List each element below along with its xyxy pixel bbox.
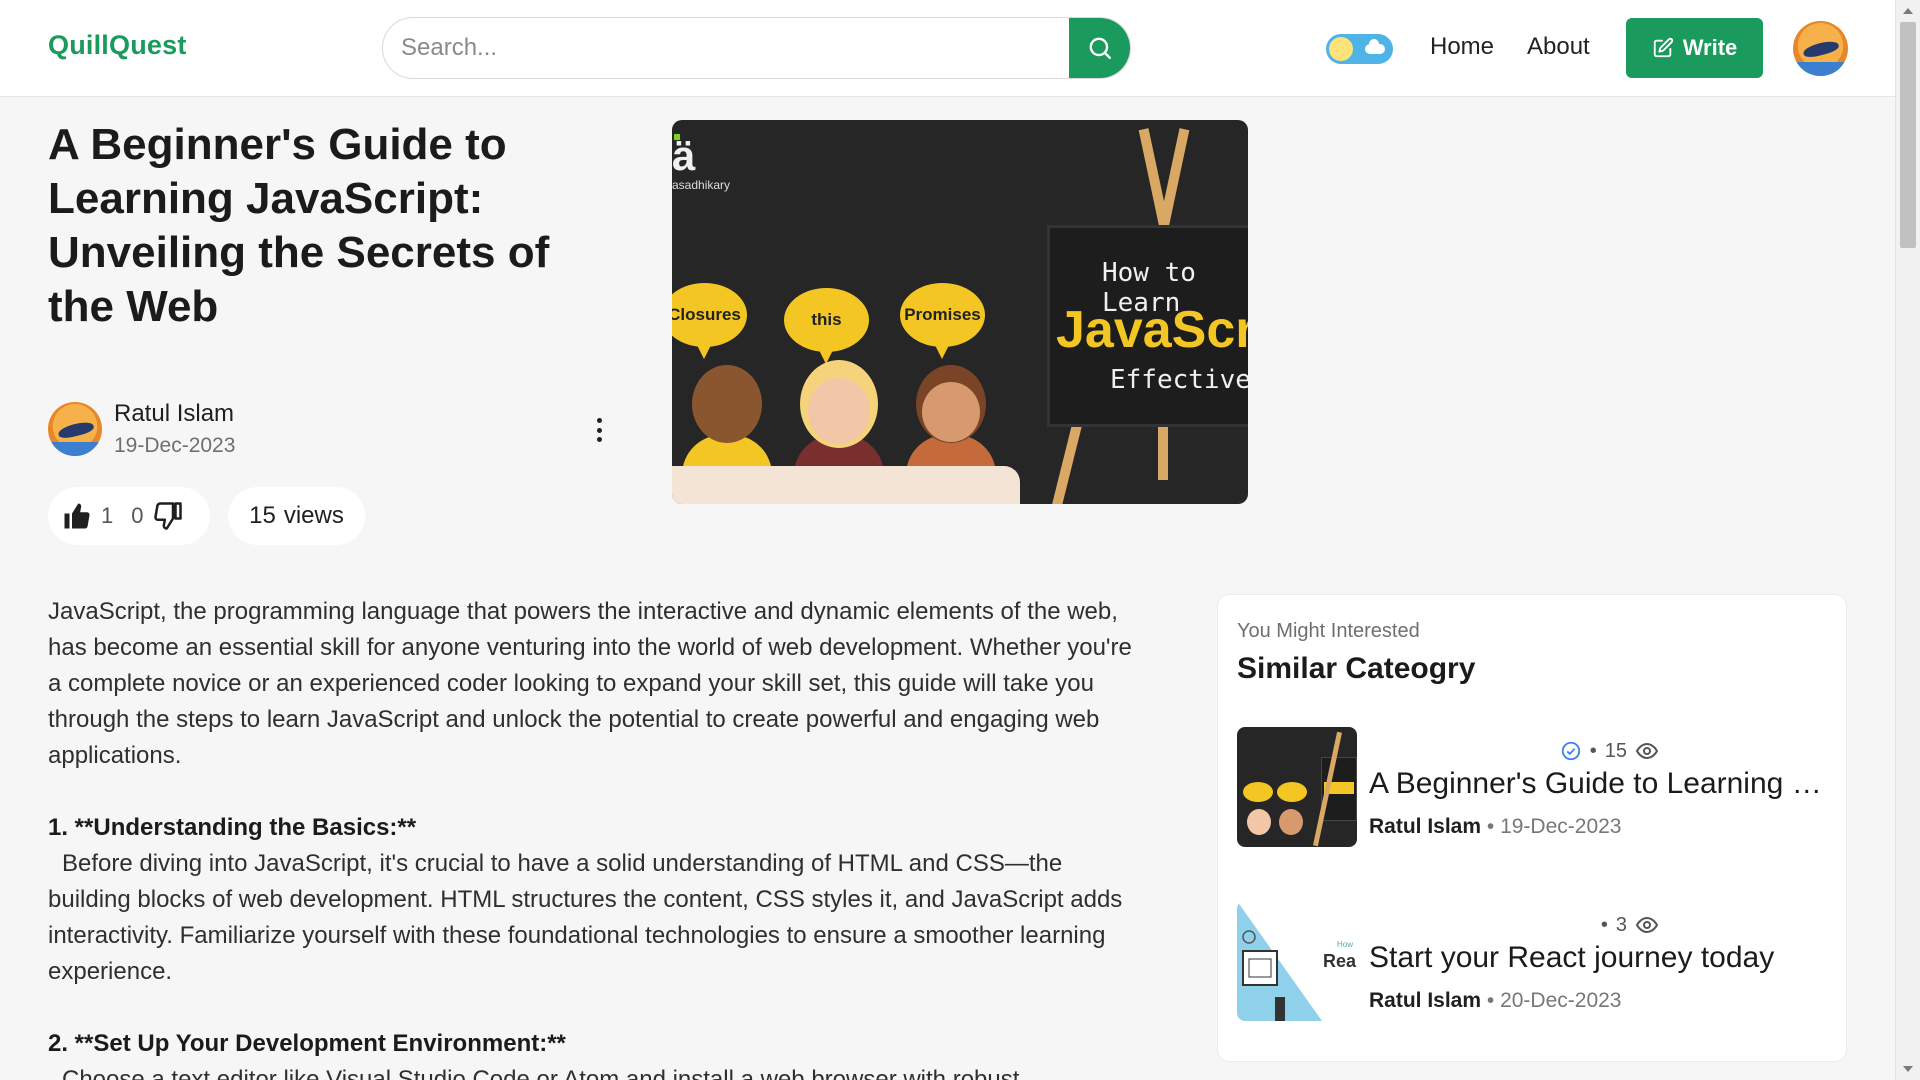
search-icon (1089, 37, 1111, 59)
svg-text:Rea: Rea (1323, 951, 1357, 971)
edit-icon (1653, 37, 1673, 58)
article-body: JavaScript, the programming language tha… (48, 594, 1143, 1080)
section-heading: 2. **Set Up Your Development Environment… (48, 1030, 566, 1057)
sun-icon (1329, 37, 1353, 61)
post-thumbnail[interactable] (1237, 727, 1357, 847)
cover-board-line3: Effectively (1110, 365, 1248, 395)
cover-chalkboard: How to Learn JavaScrip Effectively (1047, 225, 1248, 427)
post-title[interactable]: A Beginner's Guide to Learning JavaScrip… (1369, 767, 1827, 801)
related-post-card[interactable]: • 15 A Beginner's Guide to Learning Java… (1237, 727, 1827, 847)
cover-bubble-closures: Closures (672, 283, 747, 359)
page-scrollbar[interactable] (1895, 0, 1920, 1080)
publish-date: 19-Dec-2023 (114, 434, 236, 457)
post-title[interactable]: Start your React journey today (1369, 941, 1827, 975)
post-thumbnail[interactable]: Rea How (1237, 901, 1357, 1021)
article-section: 1. **Understanding the Basics:** Before … (48, 810, 1143, 990)
cover-bubble-this: this (784, 288, 869, 364)
post-date: 20-Dec-2023 (1500, 989, 1622, 1012)
related-post-card[interactable]: Rea How • 3 Start your React journey tod… (1237, 901, 1827, 1021)
like-icon[interactable] (62, 501, 92, 531)
panel-title: Similar Cateogry (1237, 652, 1476, 685)
eye-icon (1635, 742, 1659, 760)
cover-bubble-promises: Promises (900, 283, 985, 359)
author-name[interactable]: Ratul Islam (114, 400, 234, 428)
cover-image: ä asadhikary Closures this Promises How … (672, 120, 1248, 504)
panel-kicker: You Might Interested (1237, 620, 1420, 642)
author-avatar[interactable] (48, 402, 102, 456)
views-label: views (283, 502, 344, 529)
cover-board-line2: JavaScrip (1056, 301, 1248, 359)
scrollbar-thumb[interactable] (1900, 22, 1916, 248)
views-badge: 15 views (228, 487, 365, 545)
site-logo[interactable]: QuillQuest (48, 30, 187, 61)
write-button-label: Write (1682, 35, 1738, 60)
theme-toggle[interactable] (1326, 34, 1393, 64)
scroll-up-arrow-icon[interactable] (1903, 8, 1913, 14)
post-views: 15 (1604, 739, 1627, 762)
cover-brand-name: asadhikary (672, 178, 731, 192)
post-author[interactable]: Ratul Islam (1369, 815, 1481, 838)
verified-icon (1561, 741, 1580, 761)
post-date: 19-Dec-2023 (1500, 815, 1622, 838)
like-count: 1 (101, 503, 114, 528)
meta-separator: • (1486, 989, 1501, 1012)
dislike-icon[interactable] (153, 501, 183, 531)
section-heading: 1. **Understanding the Basics:** (48, 814, 417, 841)
search-bar (382, 17, 1131, 79)
more-options-icon[interactable] (590, 418, 608, 442)
user-avatar[interactable] (1793, 21, 1848, 76)
write-button[interactable]: Write (1626, 18, 1763, 78)
meta-separator: • (1486, 815, 1501, 838)
svg-text:How: How (1337, 940, 1353, 949)
meta-separator: • (1589, 739, 1597, 762)
article-section: 2. **Set Up Your Development Environment… (48, 1026, 1143, 1080)
search-button[interactable] (1069, 18, 1130, 78)
similar-category-panel: You Might Interested Similar Cateogry • … (1217, 594, 1847, 1062)
post-meta: • 15 (1369, 737, 1749, 765)
post-byline: Ratul Islam • 20-Dec-2023 (1369, 989, 1621, 1013)
meta-separator: • (1600, 913, 1608, 936)
cloud-icon (1365, 39, 1385, 54)
section-text: Before diving into JavaScript, it's cruc… (48, 850, 1123, 985)
search-input[interactable] (383, 18, 1073, 78)
vote-bar: 1 0 (48, 487, 210, 545)
post-meta: • 3 (1369, 911, 1749, 939)
post-views: 3 (1615, 913, 1627, 936)
article-title: A Beginner's Guide to Learning JavaScrip… (48, 120, 550, 331)
article-intro: JavaScript, the programming language tha… (48, 598, 1132, 769)
dislike-count: 0 (131, 503, 144, 528)
post-author[interactable]: Ratul Islam (1369, 989, 1481, 1012)
scroll-down-arrow-icon[interactable] (1903, 1066, 1913, 1072)
section-text: Choose a text editor like Visual Studio … (62, 1066, 1020, 1080)
nav-about-link[interactable]: About (1527, 33, 1590, 61)
eye-icon (1635, 916, 1659, 934)
thumbnail-art: Rea How (1237, 901, 1357, 1021)
nav-home-link[interactable]: Home (1430, 33, 1494, 61)
post-byline: Ratul Islam • 19-Dec-2023 (1369, 815, 1621, 839)
top-navbar: QuillQuest Home About Write (0, 0, 1895, 97)
views-count: 15 (249, 502, 276, 529)
